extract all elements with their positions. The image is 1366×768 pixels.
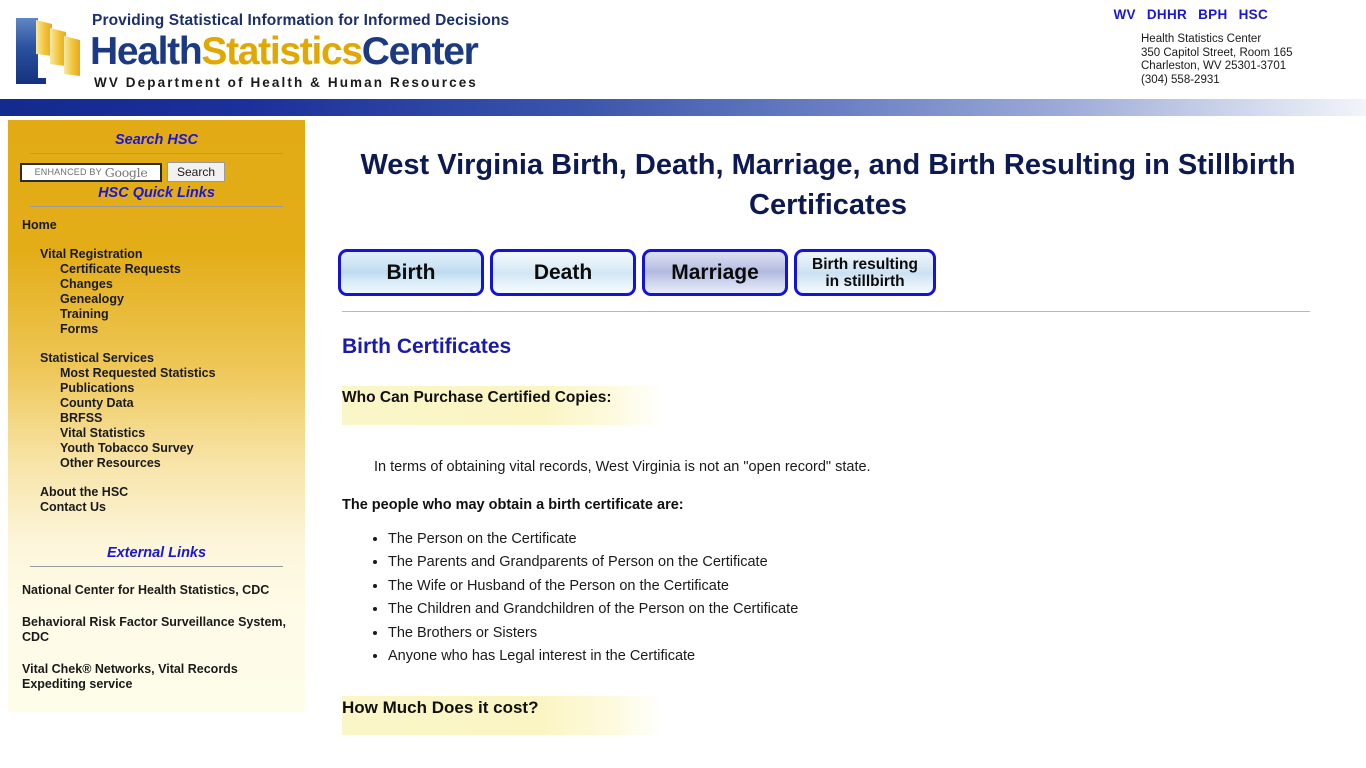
how-much-cost-heading: How Much Does it cost? bbox=[342, 696, 664, 736]
external-link-vitalchek[interactable]: Vital Chek® Networks, Vital Records Expe… bbox=[22, 662, 300, 692]
list-item: The Wife or Husband of the Person on the… bbox=[388, 575, 1360, 598]
site-logo[interactable]: Providing Statistical Information for In… bbox=[14, 8, 514, 90]
main-content: West Virginia Birth, Death, Marriage, an… bbox=[330, 120, 1360, 736]
quick-links-heading: HSC Quick Links bbox=[98, 185, 215, 201]
tab-birth-resulting-in-stillbirth[interactable]: Birth resulting in stillbirth bbox=[794, 249, 936, 296]
address-org: Health Statistics Center bbox=[1141, 33, 1262, 45]
sidebar-item-youth-tobacco-survey[interactable]: Youth Tobacco Survey bbox=[60, 441, 305, 456]
external-spacer bbox=[8, 598, 305, 615]
bar-chart-logo-icon bbox=[16, 18, 80, 84]
sidebar-item-forms[interactable]: Forms bbox=[60, 322, 305, 337]
agency-link-wv[interactable]: WV bbox=[1113, 7, 1135, 22]
header-divider-bar bbox=[0, 99, 1366, 116]
search-heading-rule bbox=[30, 153, 283, 154]
sidebar-item-other-resources[interactable]: Other Resources bbox=[60, 456, 305, 471]
sidebar-item-genealogy[interactable]: Genealogy bbox=[60, 292, 305, 307]
sidebar-item-county-data[interactable]: County Data bbox=[60, 396, 305, 411]
sidebar-item-most-requested-statistics[interactable]: Most Requested Statistics bbox=[60, 366, 305, 381]
sidebar-item-changes[interactable]: Changes bbox=[60, 277, 305, 292]
sidebar: Search HSC ENHANCED BY Google Search HSC… bbox=[8, 120, 305, 712]
tab-stillbirth-line1: Birth resulting bbox=[812, 255, 918, 273]
eligible-people-list: The Person on the Certificate The Parent… bbox=[330, 528, 1360, 668]
external-link-nchs[interactable]: National Center for Health Statistics, C… bbox=[22, 583, 300, 598]
search-input[interactable]: ENHANCED BY Google bbox=[20, 162, 162, 182]
address-city: Charleston, WV 25301-3701 bbox=[1141, 60, 1287, 72]
agency-link-dhhr[interactable]: DHHR bbox=[1147, 7, 1187, 22]
agency-link-hsc[interactable]: HSC bbox=[1239, 7, 1268, 22]
search-hsc-heading: Search HSC bbox=[114, 132, 198, 148]
tab-birth[interactable]: Birth bbox=[338, 249, 484, 296]
sidebar-item-publications[interactable]: Publications bbox=[60, 381, 305, 396]
sidebar-item-training[interactable]: Training bbox=[60, 307, 305, 322]
external-links-rule bbox=[30, 566, 283, 567]
tab-death[interactable]: Death bbox=[490, 249, 636, 296]
external-spacer bbox=[8, 645, 305, 662]
wordmark-health: Health bbox=[90, 30, 203, 73]
sidebar-item-brfss[interactable]: BRFSS bbox=[60, 411, 305, 426]
sidebar-item-about-the-hsc[interactable]: About the HSC bbox=[40, 485, 305, 500]
quick-links-rule bbox=[30, 206, 283, 207]
list-item: The Children and Grandchildren of the Pe… bbox=[388, 598, 1360, 621]
search-button[interactable]: Search bbox=[167, 162, 225, 182]
search-enhanced-by-label: ENHANCED BY bbox=[34, 167, 102, 177]
list-item: The Parents and Grandparents of Person o… bbox=[388, 551, 1360, 574]
site-tagline: Providing Statistical Information for In… bbox=[92, 12, 510, 29]
wordmark-statistics: Statistics bbox=[201, 30, 363, 73]
contact-address: Health Statistics Center 350 Capitol Str… bbox=[1141, 33, 1293, 87]
page-title: West Virginia Birth, Death, Marriage, an… bbox=[360, 149, 1296, 221]
external-links-list: National Center for Health Statistics, C… bbox=[8, 583, 305, 692]
search-row: ENHANCED BY Google Search bbox=[20, 162, 305, 182]
agency-links-bar: WV DHHR BPH HSC bbox=[1113, 7, 1268, 22]
tab-marriage[interactable]: Marriage bbox=[642, 249, 788, 296]
who-can-purchase-heading: Who Can Purchase Certified Copies: bbox=[342, 386, 664, 425]
section-heading-birth-certificates: Birth Certificates bbox=[342, 335, 512, 358]
list-item: The Brothers or Sisters bbox=[388, 622, 1360, 645]
site-wordmark: HealthStatisticsCenter bbox=[90, 30, 479, 74]
list-item: Anyone who has Legal interest in the Cer… bbox=[388, 645, 1360, 668]
sidebar-item-vital-statistics[interactable]: Vital Statistics bbox=[60, 426, 305, 441]
list-item: The Person on the Certificate bbox=[388, 528, 1360, 551]
agency-link-bph[interactable]: BPH bbox=[1198, 7, 1227, 22]
address-phone: (304) 558-2931 bbox=[1141, 73, 1220, 86]
google-logo: Google bbox=[104, 164, 148, 180]
sidebar-nav: Home Vital Registration Certificate Requ… bbox=[8, 218, 305, 515]
sidebar-item-certificate-requests[interactable]: Certificate Requests bbox=[60, 262, 305, 277]
certificate-type-tabs: Birth Death Marriage Birth resulting in … bbox=[338, 249, 1360, 296]
address-street: 350 Capitol Street, Room 165 bbox=[1141, 46, 1293, 59]
wordmark-center: Center bbox=[361, 30, 479, 73]
people-intro-paragraph: The people who may obtain a birth certif… bbox=[342, 497, 684, 513]
sidebar-item-home[interactable]: Home bbox=[22, 218, 305, 233]
department-line: WV Department of Health & Human Resource… bbox=[94, 75, 478, 90]
external-link-brfss[interactable]: Behavioral Risk Factor Surveillance Syst… bbox=[22, 615, 300, 645]
sidebar-item-vital-registration[interactable]: Vital Registration bbox=[40, 247, 305, 262]
tab-stillbirth-line2: in stillbirth bbox=[825, 272, 905, 290]
content-divider-rule bbox=[342, 311, 1310, 312]
sidebar-item-statistical-services[interactable]: Statistical Services bbox=[40, 351, 305, 366]
sidebar-item-contact-us[interactable]: Contact Us bbox=[40, 500, 305, 515]
intro-paragraph: In terms of obtaining vital records, Wes… bbox=[374, 459, 871, 475]
external-links-heading: External Links bbox=[106, 545, 207, 561]
site-header: Providing Statistical Information for In… bbox=[0, 0, 1366, 96]
